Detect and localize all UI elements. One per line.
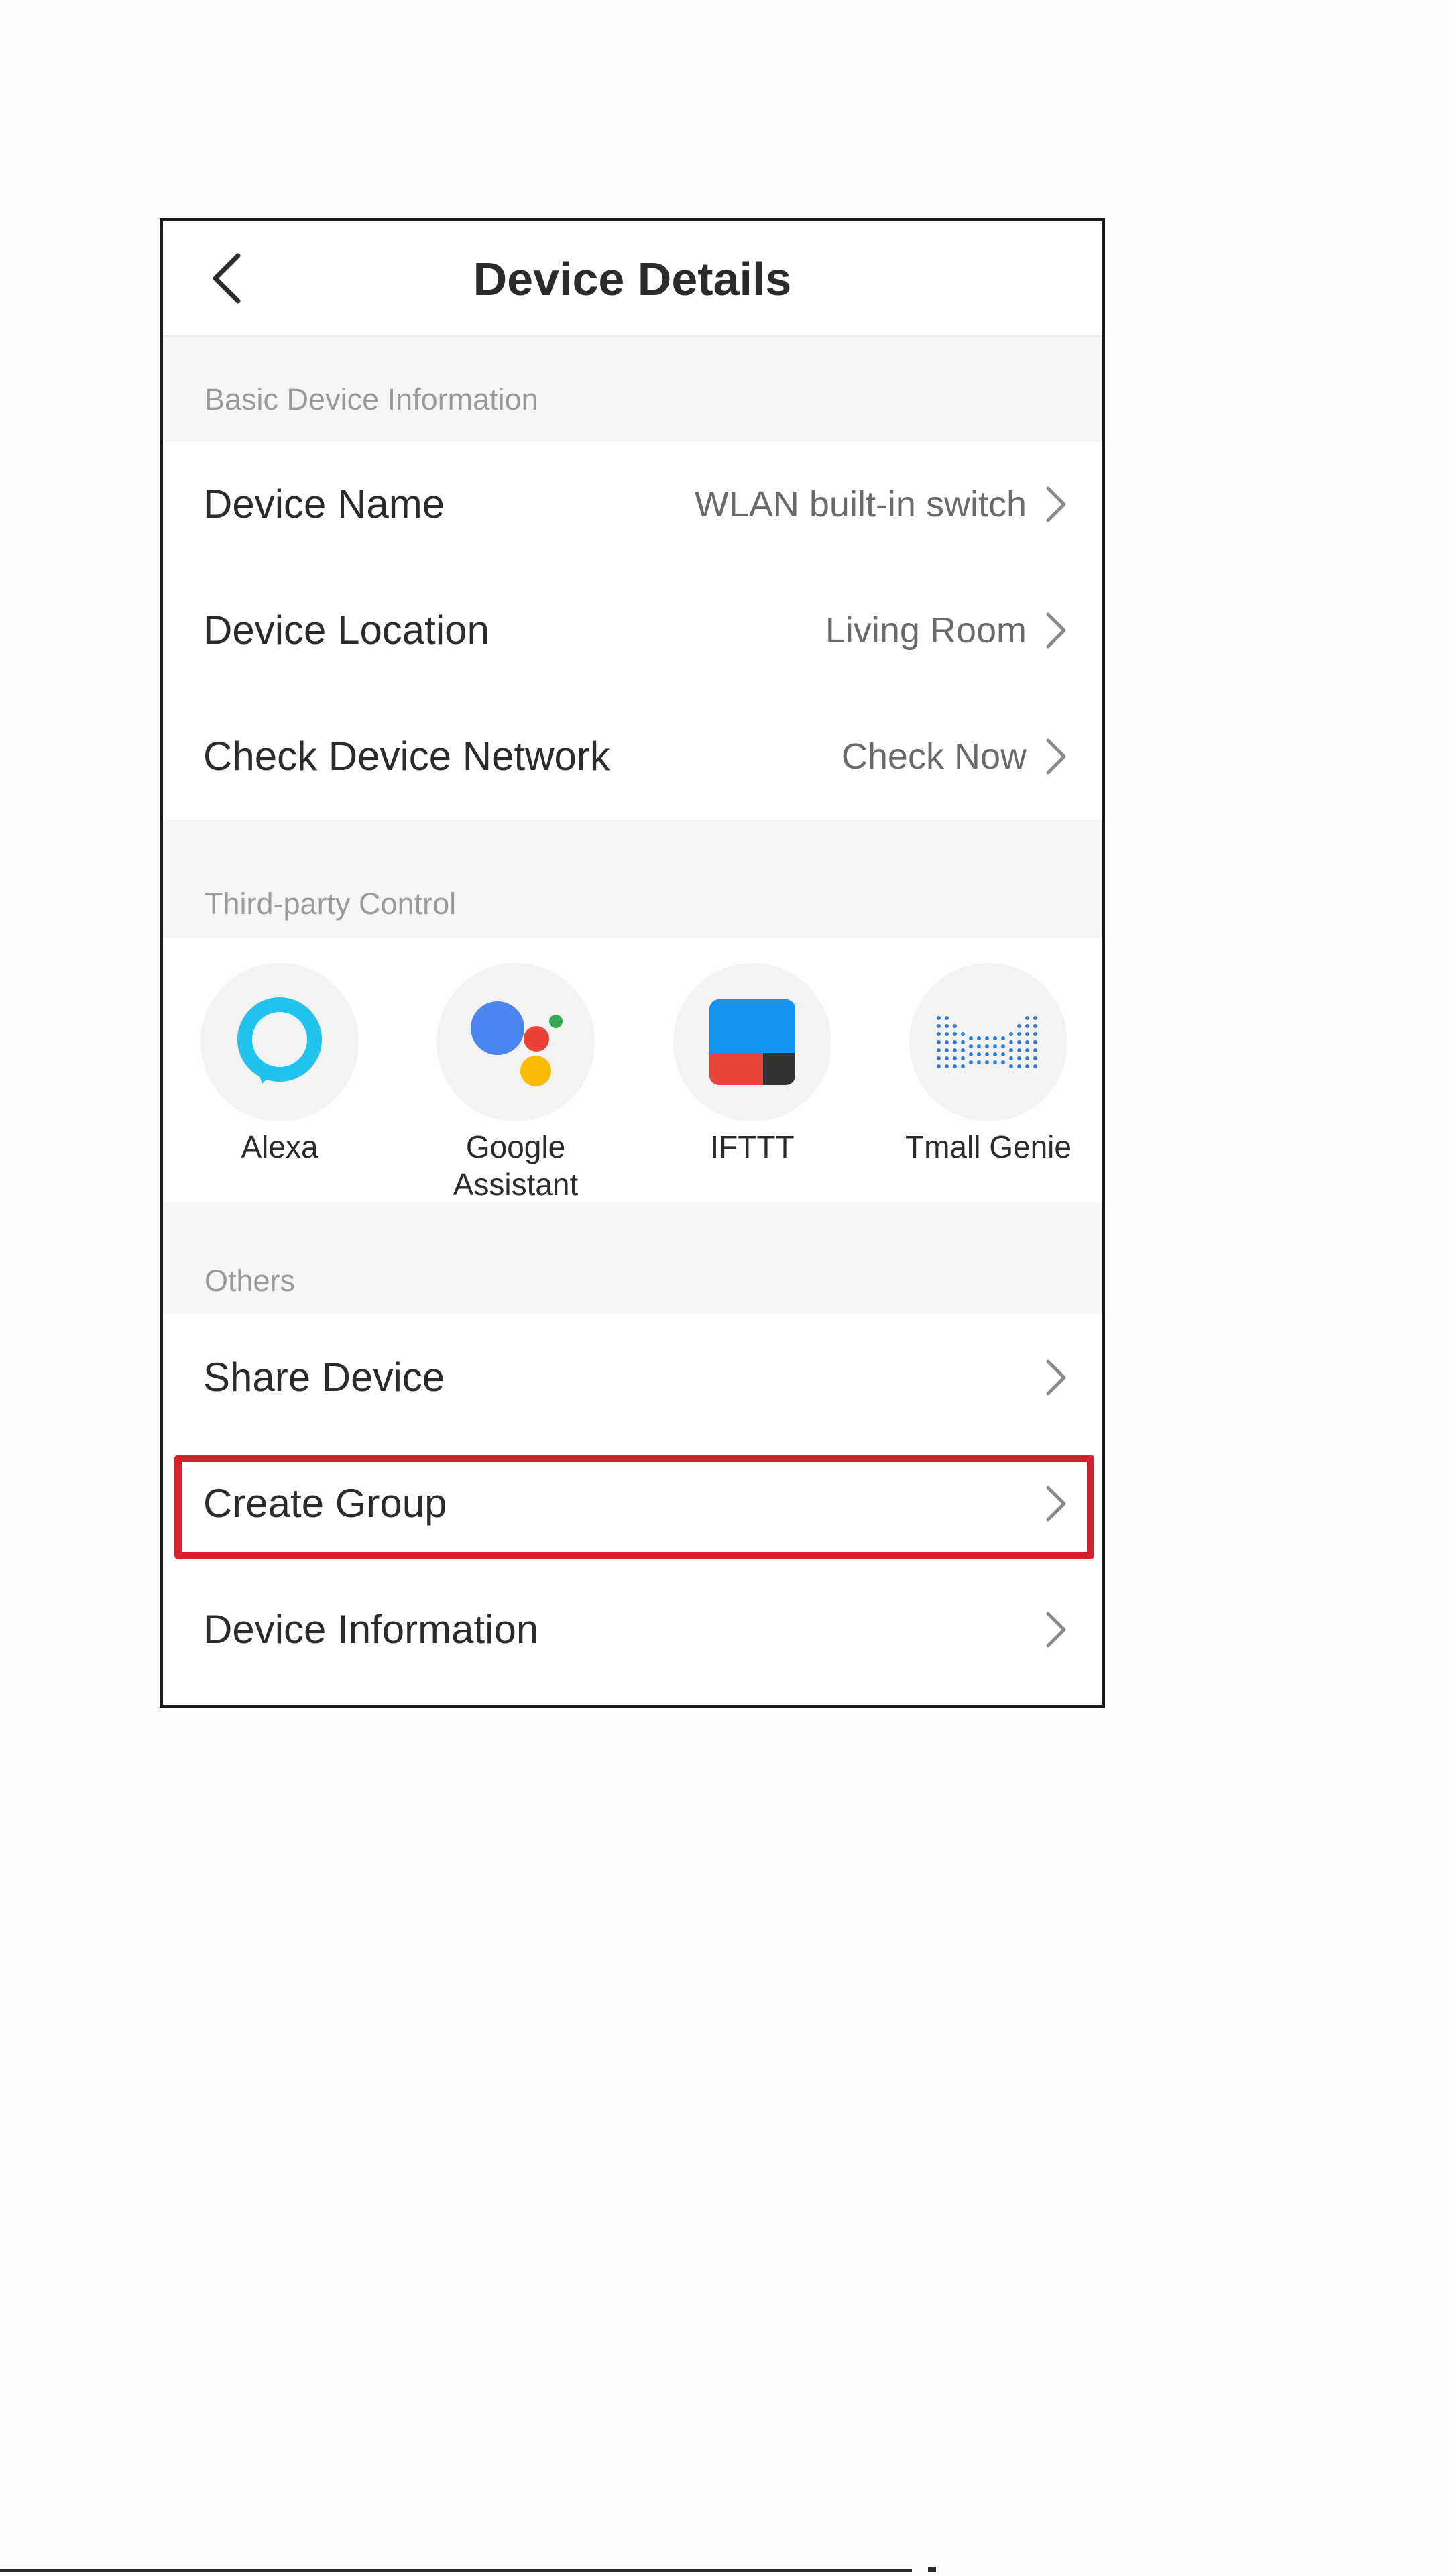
bottom-divider-mark [928, 2567, 936, 2572]
chevron-right-icon [1046, 738, 1066, 775]
third-party-control-list: Alexa Google Assistant IFTTT Tmall Genie [163, 938, 1102, 1202]
tmall-genie-button[interactable]: Tmall Genie [901, 963, 1076, 1166]
ifttt-icon-circle [673, 963, 831, 1121]
row-value: Living Room [825, 610, 1027, 651]
google-assistant-button[interactable]: Google Assistant [428, 963, 603, 1203]
ifttt-icon [709, 999, 795, 1085]
device-name-row[interactable]: Device Name WLAN built-in switch [163, 441, 1102, 567]
tmall-genie-icon-circle [909, 963, 1067, 1121]
ifttt-label: IFTTT [710, 1129, 795, 1164]
alexa-icon-circle [200, 963, 359, 1121]
chevron-right-icon [1046, 486, 1066, 522]
section-header-others: Others [163, 1202, 1102, 1314]
tmall-genie-label: Tmall Genie [905, 1129, 1071, 1164]
row-label: Check Device Network [203, 734, 610, 779]
device-information-row[interactable]: Device Information [163, 1567, 1102, 1693]
row-label: Create Group [203, 1481, 447, 1526]
google-assistant-icon [471, 1001, 563, 1086]
section-title: Others [205, 1264, 296, 1298]
page-title: Device Details [473, 253, 792, 305]
row-value: Check Now [841, 736, 1027, 777]
create-group-row[interactable]: Create Group [163, 1441, 1102, 1567]
chevron-right-icon [1046, 1486, 1066, 1522]
row-label: Device Name [203, 482, 445, 526]
section-header-third-party: Third-party Control [163, 820, 1102, 938]
google-assistant-icon-circle [437, 963, 595, 1121]
check-device-network-row[interactable]: Check Device Network Check Now [163, 693, 1102, 820]
alexa-label: Alexa [241, 1129, 318, 1164]
row-label: Device Location [203, 608, 489, 653]
device-location-row[interactable]: Device Location Living Room [163, 567, 1102, 693]
section-header-basic-info: Basic Device Information [163, 337, 1102, 441]
chevron-right-icon [1046, 1612, 1066, 1648]
bottom-divider [0, 2569, 912, 2572]
label-line: Assistant [453, 1167, 579, 1202]
google-assistant-label: Google Assistant [428, 1128, 603, 1203]
top-bar: Device Details [163, 221, 1102, 337]
alexa-icon [237, 997, 322, 1084]
section-title: Third-party Control [205, 887, 457, 921]
share-device-row[interactable]: Share Device [163, 1314, 1102, 1441]
row-label: Device Information [203, 1607, 539, 1652]
tmall-genie-icon [937, 1016, 1037, 1068]
row-value: WLAN built-in switch [694, 484, 1027, 524]
label-line: Google [465, 1129, 566, 1164]
row-label: Share Device [203, 1355, 445, 1400]
alexa-button[interactable]: Alexa [192, 963, 367, 1166]
device-details-screen: Device Details Basic Device Information … [160, 218, 1105, 1708]
chevron-right-icon [1046, 1359, 1066, 1396]
ifttt-button[interactable]: IFTTT [665, 963, 839, 1166]
chevron-right-icon [1046, 612, 1066, 649]
section-title: Basic Device Information [205, 382, 538, 416]
